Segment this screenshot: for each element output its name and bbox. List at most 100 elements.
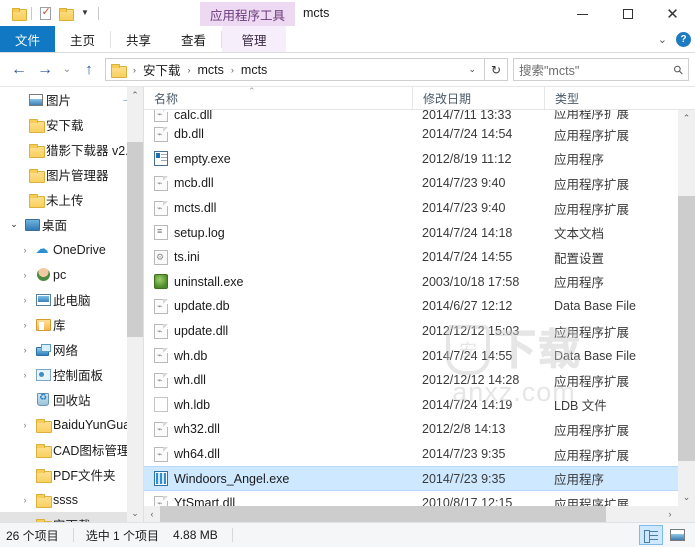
scroll-up-icon[interactable]: ⌃	[678, 110, 695, 127]
folder-icon	[26, 193, 46, 208]
help-icon[interactable]: ?	[676, 32, 691, 47]
sidebar-item-pc-user[interactable]: › pc	[0, 262, 143, 287]
column-header-date[interactable]: 修改日期	[412, 87, 544, 110]
table-row[interactable]: calc.dll 2014/7/11 13:33 应用程序扩展	[144, 110, 678, 122]
table-row[interactable]: setup.log 2014/7/24 14:18 文本文档	[144, 220, 678, 245]
minimize-button[interactable]	[560, 0, 605, 28]
table-row[interactable]: update.dll 2012/12/12 15:03 应用程序扩展	[144, 319, 678, 344]
table-row[interactable]: update.db 2014/6/27 12:12 Data Base File	[144, 294, 678, 319]
search-icon[interactable]: ⚲	[671, 61, 687, 77]
folder-icon[interactable]	[55, 3, 75, 23]
chevron-right-icon[interactable]: ›	[17, 245, 33, 255]
chevron-right-icon[interactable]: ›	[17, 320, 33, 330]
sidebar-item-not-uploaded[interactable]: 未上传	[0, 187, 143, 212]
file-date: 2014/7/23 9:35	[422, 447, 506, 462]
sidebar-item-anxiazai[interactable]: 安下载	[0, 112, 143, 137]
maximize-button[interactable]	[605, 0, 650, 28]
table-row[interactable]: wh.dll 2012/12/12 14:28 应用程序扩展	[144, 368, 678, 393]
dll-file-icon	[154, 126, 168, 142]
sidebar-item-label: pc	[53, 267, 67, 282]
column-header-name[interactable]: 名称 ⌃	[144, 87, 412, 110]
up-button[interactable]: ↑	[76, 57, 102, 83]
chevron-right-icon[interactable]: ›	[17, 495, 33, 505]
table-row[interactable]: wh.ldb 2014/7/24 14:19 LDB 文件	[144, 393, 678, 418]
sidebar-item-pdf-folder[interactable]: PDF文件夹	[0, 462, 143, 487]
scroll-thumb[interactable]	[678, 196, 695, 461]
dll-file-icon	[154, 421, 168, 437]
sidebar-item-ssss[interactable]: › ssss	[0, 487, 143, 512]
tab-home[interactable]: 主页	[55, 26, 110, 53]
sidebar-item-onedrive[interactable]: › ☁ OneDrive	[0, 237, 143, 262]
properties-icon[interactable]	[35, 3, 55, 23]
chevron-right-icon[interactable]: ›	[17, 345, 33, 355]
table-row-selected[interactable]: Windoors_Angel.exe 2014/7/23 9:35 应用程序	[144, 466, 678, 491]
sidebar-scroll-thumb[interactable]	[127, 142, 143, 337]
sidebar-scrollbar[interactable]: ⌃ ⌄	[127, 87, 143, 522]
h-scroll-thumb[interactable]	[160, 506, 606, 522]
table-row[interactable]: uninstall.exe 2003/10/18 17:58 应用程序	[144, 270, 678, 295]
file-name: mcts.dll	[174, 201, 217, 216]
sidebar-item-label: 网络	[53, 344, 79, 358]
sidebar-item-control-panel[interactable]: › 控制面板	[0, 362, 143, 387]
chevron-right-icon[interactable]: ›	[17, 295, 33, 305]
back-button[interactable]: ←	[6, 57, 32, 83]
scroll-down-icon[interactable]: ⌄	[678, 489, 695, 506]
table-row[interactable]: wh64.dll 2014/7/23 9:35 应用程序扩展	[144, 442, 678, 467]
tab-view[interactable]: 查看	[166, 26, 221, 53]
address-dropdown-icon[interactable]: ⌄	[462, 64, 482, 75]
chevron-right-icon[interactable]: ›	[17, 420, 33, 430]
folder-icon	[111, 63, 127, 78]
thumbnail-view-button[interactable]	[665, 525, 689, 545]
chevron-down-icon[interactable]: ⌄	[6, 219, 22, 230]
chevron-right-icon[interactable]: ›	[17, 370, 33, 380]
chevron-right-icon[interactable]: ›	[17, 520, 33, 523]
file-list-vertical-scrollbar[interactable]: ⌃ ⌄	[678, 110, 695, 506]
app-icon	[154, 471, 168, 487]
customize-dropdown-icon[interactable]: ▼	[75, 3, 95, 23]
refresh-button[interactable]: ↻	[485, 58, 508, 81]
forward-button[interactable]: →	[32, 57, 58, 83]
scroll-left-icon[interactable]: ‹	[144, 506, 160, 522]
sidebar-item-recycle-bin[interactable]: 回收站	[0, 387, 143, 412]
tab-manage[interactable]: 管理	[222, 26, 287, 53]
sidebar-item-image-manager[interactable]: 图片管理器	[0, 162, 143, 187]
sidebar-item-anxiazai-selected[interactable]: › 安下载	[0, 512, 143, 522]
table-row[interactable]: ts.ini 2014/7/24 14:55 配置设置	[144, 245, 678, 270]
column-header-type[interactable]: 类型	[544, 87, 678, 110]
table-row[interactable]: mcb.dll 2014/7/23 9:40 应用程序扩展	[144, 171, 678, 196]
close-button[interactable]: ✕	[650, 0, 695, 28]
sidebar-item-cad-icons[interactable]: CAD图标管理	[0, 437, 143, 462]
chevron-down-icon[interactable]: ⌄	[658, 33, 667, 46]
tab-share[interactable]: 共享	[111, 26, 166, 53]
sidebar-scroll-up-icon[interactable]: ⌃	[127, 87, 143, 104]
details-view-button[interactable]	[639, 525, 663, 545]
table-row[interactable]: wh.db 2014/7/24 14:55 Data Base File	[144, 343, 678, 368]
file-name-cell: update.db	[144, 298, 412, 314]
table-row[interactable]: mcts.dll 2014/7/23 9:40 应用程序扩展	[144, 196, 678, 221]
table-row[interactable]: YtSmart.dll 2010/8/17 12:15 应用程序扩展	[144, 491, 678, 506]
recent-locations-icon[interactable]: ⌄	[58, 57, 76, 83]
sidebar-item-this-pc[interactable]: › 此电脑	[0, 287, 143, 312]
table-row[interactable]: empty.exe 2012/8/19 11:12 应用程序	[144, 147, 678, 172]
sidebar-item-pictures[interactable]: 图片 📌	[0, 87, 143, 112]
table-row[interactable]: wh32.dll 2012/2/8 14:13 应用程序扩展	[144, 417, 678, 442]
file-list-horizontal-scrollbar[interactable]: ‹ ›	[144, 506, 695, 522]
tab-file[interactable]: 文件	[0, 26, 56, 53]
search-input[interactable]: 搜索"mcts" ⚲	[513, 58, 689, 81]
sidebar-scroll-down-icon[interactable]: ⌄	[127, 505, 143, 522]
sidebar-item-desktop[interactable]: ⌄ 桌面	[0, 212, 143, 237]
breadcrumb-item-1[interactable]: mcts	[196, 63, 226, 77]
breadcrumb-item-2[interactable]: mcts	[239, 63, 269, 77]
folder-icon	[33, 443, 53, 458]
breadcrumb-item-0[interactable]: 安下载	[141, 60, 183, 79]
sidebar-item-lieying[interactable]: 猎影下载器 v2.0	[0, 137, 143, 162]
table-row[interactable]: db.dll 2014/7/24 14:54 应用程序扩展	[144, 122, 678, 147]
sidebar-item-network[interactable]: › 网络	[0, 337, 143, 362]
file-name: YtSmart.dll	[174, 496, 236, 506]
sidebar-item-baiduyunguanj[interactable]: › BaiduYunGuanj	[0, 412, 143, 437]
new-folder-icon[interactable]	[8, 3, 28, 23]
breadcrumb[interactable]: › 安下载 › mcts › mcts ⌄	[105, 58, 485, 81]
chevron-right-icon[interactable]: ›	[17, 270, 33, 280]
sidebar-item-libraries[interactable]: › 库	[0, 312, 143, 337]
scroll-right-icon[interactable]: ›	[662, 506, 678, 522]
